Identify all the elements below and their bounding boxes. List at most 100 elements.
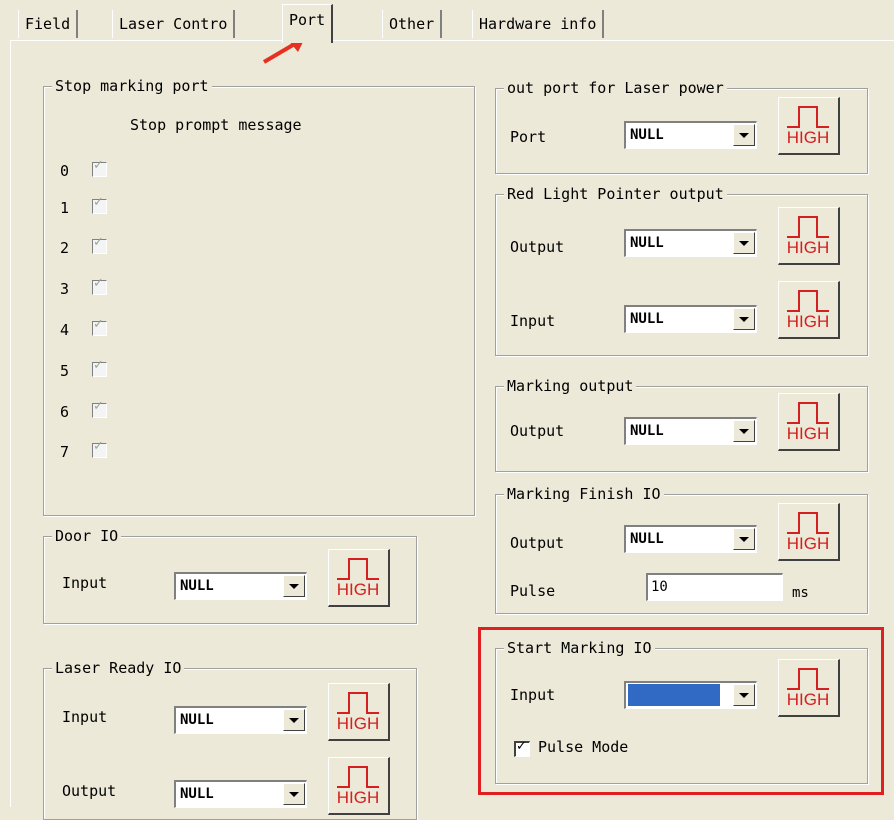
laser-power-port-select[interactable]: NULL — [624, 121, 757, 149]
check-icon: ✓ — [93, 195, 104, 210]
group-title: Red Light Pointer output — [504, 184, 727, 204]
chevron-down-icon[interactable] — [733, 528, 755, 550]
check-icon: ✓ — [93, 358, 104, 373]
port-0-checkbox[interactable]: ✓ — [92, 158, 107, 177]
check-icon: ✓ — [93, 158, 104, 173]
check-icon: ✓ — [93, 317, 104, 332]
port-4-checkbox[interactable]: ✓ — [92, 317, 107, 336]
laser-ready-input-high-button[interactable]: HIGH — [328, 683, 390, 741]
red-light-group: Red Light Pointer output Output NULL HIG… — [495, 184, 868, 356]
pulse-wave-icon — [337, 558, 379, 580]
tab-field[interactable]: Field — [18, 10, 79, 38]
stop-prompt-header: Stop prompt message — [130, 116, 302, 134]
tab-other[interactable]: Other — [382, 10, 443, 38]
port-7-checkbox[interactable]: ✓ — [92, 439, 107, 458]
tab-divider — [10, 40, 894, 41]
door-io-group: Door IO Input NULL HIGH — [43, 526, 417, 624]
check-icon: ✓ — [93, 399, 104, 414]
port-3-checkbox[interactable]: ✓ — [92, 276, 107, 295]
pulse-wave-icon — [787, 512, 829, 534]
high-label: HIGH — [336, 714, 380, 733]
pulse-value: 10 — [651, 579, 668, 595]
select-value: NULL — [180, 786, 214, 802]
tab-port[interactable]: Port — [282, 4, 334, 43]
chevron-down-icon[interactable] — [283, 783, 305, 805]
door-high-button[interactable]: HIGH — [328, 549, 390, 607]
port-label: 0 — [60, 162, 70, 180]
laser-ready-input-label: Input — [62, 708, 108, 726]
port-5-checkbox[interactable]: ✓ — [92, 358, 107, 377]
marking-finish-output-select[interactable]: NULL — [624, 525, 757, 553]
high-label: HIGH — [786, 534, 830, 553]
chevron-down-icon[interactable] — [283, 709, 305, 731]
group-title: Marking output — [504, 376, 637, 396]
marking-output-select[interactable]: NULL — [624, 417, 757, 445]
laser-ready-output-select[interactable]: NULL — [174, 780, 307, 808]
marking-output-group: Marking output Output NULL HIGH — [495, 376, 868, 472]
high-label: HIGH — [336, 580, 380, 599]
red-light-input-label: Input — [510, 312, 556, 330]
high-label: HIGH — [786, 128, 830, 147]
laser-power-high-button[interactable]: HIGH — [778, 97, 840, 155]
pulse-wave-icon — [787, 216, 829, 238]
door-input-select[interactable]: NULL — [174, 572, 307, 600]
high-label: HIGH — [786, 424, 830, 443]
pulse-wave-icon — [787, 402, 829, 424]
high-label: HIGH — [786, 312, 830, 331]
marking-output-high-button[interactable]: HIGH — [778, 393, 840, 451]
check-icon: ✓ — [93, 276, 104, 291]
chevron-down-icon[interactable] — [283, 575, 305, 597]
group-title: Stop marking port — [52, 76, 212, 96]
door-input-label: Input — [62, 574, 108, 592]
port-label: 5 — [60, 362, 70, 380]
laser-ready-output-label: Output — [62, 782, 117, 800]
pulse-unit: ms — [792, 585, 809, 601]
red-light-output-select[interactable]: NULL — [624, 229, 757, 257]
red-light-output-high-button[interactable]: HIGH — [778, 207, 840, 265]
red-light-output-label: Output — [510, 238, 565, 256]
port-label: 2 — [60, 239, 70, 257]
annotation-highlight-box — [478, 627, 884, 795]
pulse-wave-icon — [337, 766, 379, 788]
chevron-down-icon[interactable] — [733, 124, 755, 146]
select-value: NULL — [180, 578, 214, 594]
high-label: HIGH — [336, 788, 380, 807]
port-label: 1 — [60, 199, 70, 217]
select-value: NULL — [180, 712, 214, 728]
laser-power-group: out port for Laser power Port NULL HIGH — [495, 78, 868, 174]
select-value: NULL — [630, 531, 664, 547]
chevron-down-icon[interactable] — [733, 308, 755, 330]
laser-ready-input-select[interactable]: NULL — [174, 706, 307, 734]
port-2-checkbox[interactable]: ✓ — [92, 235, 107, 254]
pulse-wave-icon — [787, 290, 829, 312]
chevron-down-icon[interactable] — [733, 232, 755, 254]
marking-finish-io-group: Marking Finish IO Output NULL HIGH Pulse… — [495, 484, 868, 614]
marking-finish-high-button[interactable]: HIGH — [778, 503, 840, 561]
red-light-input-high-button[interactable]: HIGH — [778, 281, 840, 339]
select-value: NULL — [630, 423, 664, 439]
laser-power-port-label: Port — [510, 128, 547, 146]
chevron-down-icon[interactable] — [733, 420, 755, 442]
tab-laser-control[interactable]: Laser Contro — [112, 10, 236, 38]
pulse-wave-icon — [337, 692, 379, 714]
port-6-checkbox[interactable]: ✓ — [92, 399, 107, 418]
tab-bar: Field Laser Contro Port Other Hardware i… — [0, 0, 894, 43]
check-icon: ✓ — [93, 439, 104, 454]
group-title: Marking Finish IO — [504, 484, 664, 504]
tab-hardware-info[interactable]: Hardware info — [472, 10, 605, 38]
port-label: 7 — [60, 443, 70, 461]
check-icon: ✓ — [93, 235, 104, 250]
pulse-label: Pulse — [510, 582, 556, 600]
laser-ready-output-high-button[interactable]: HIGH — [328, 757, 390, 815]
port-label: 3 — [60, 280, 70, 298]
port-label: 6 — [60, 403, 70, 421]
select-value: NULL — [630, 127, 664, 143]
select-value: NULL — [630, 235, 664, 251]
group-title: Door IO — [52, 526, 122, 546]
marking-output-label: Output — [510, 422, 565, 440]
red-light-input-select[interactable]: NULL — [624, 305, 757, 333]
group-title: Laser Ready IO — [52, 658, 185, 678]
port-1-checkbox[interactable]: ✓ — [92, 195, 107, 214]
pulse-input[interactable]: 10 — [646, 573, 783, 601]
stop-marking-port-group: Stop marking port Stop prompt message 0 … — [43, 76, 475, 516]
